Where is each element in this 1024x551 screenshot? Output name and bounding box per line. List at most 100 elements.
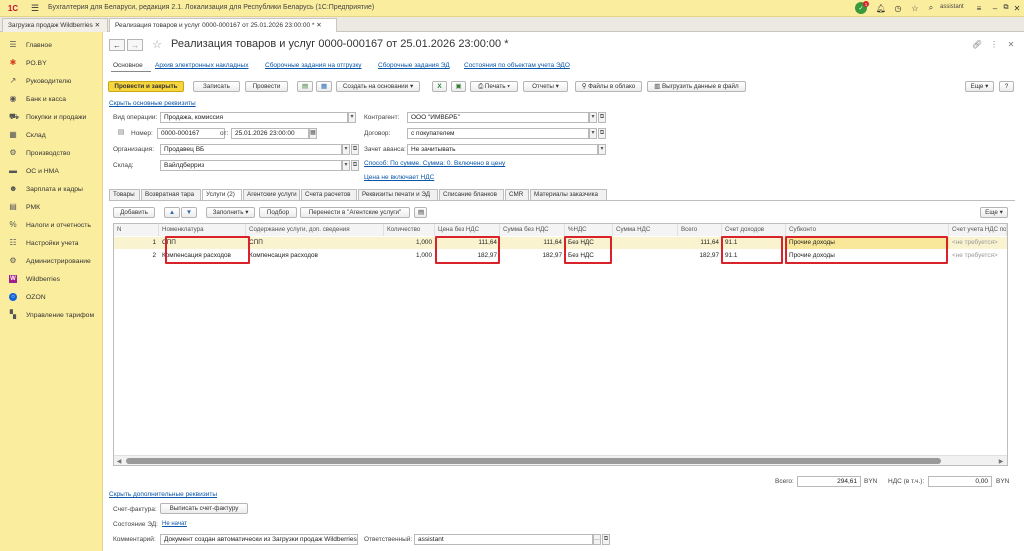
sidebar-item-purchases-sales[interactable]: ⛟ Покупки и продажи — [0, 108, 103, 126]
vat-sum-cell[interactable] — [613, 237, 678, 249]
operation-type-dropdown[interactable]: ▾ — [348, 112, 356, 123]
col-vat-rate[interactable]: %НДС — [565, 224, 613, 236]
sidebar-item-accounting-settings[interactable]: ☷ Настройки учета — [0, 234, 103, 252]
sidebar-item-main[interactable]: ☰ Главное — [0, 36, 103, 54]
horizontal-scrollbar[interactable]: ◀ ▶ — [114, 455, 1007, 465]
sidebar-item-pos[interactable]: ▤ РМК — [0, 198, 103, 216]
more-button[interactable]: Еще ▾ — [965, 81, 994, 92]
date-field[interactable]: 25.01.2026 23:00:00 — [231, 128, 309, 139]
subnav-edo-states[interactable]: Состояния по объектам учета ЭДО — [464, 62, 570, 69]
bell-icon[interactable]: 🔔︎ — [876, 3, 886, 13]
add-row-button[interactable]: Добавить — [113, 207, 155, 218]
organization-open-icon[interactable]: ⧉ — [351, 144, 359, 155]
sidebar-item-warehouse[interactable]: ▦ Склад — [0, 126, 103, 144]
sum-cell[interactable]: 111,64 — [500, 237, 565, 249]
col-vat-account[interactable]: Счет учета НДС по — [949, 224, 1007, 236]
sidebar-item-salary[interactable]: ☻ Зарплата и кадры — [0, 180, 103, 198]
sum-cell[interactable]: 182,97 — [500, 250, 565, 262]
total-cell[interactable]: 111,64 — [678, 237, 722, 249]
sidebar-item-manager[interactable]: ↗ Руководителю — [0, 72, 103, 90]
scrollbar-thumb[interactable] — [126, 458, 941, 464]
service-content-cell[interactable]: Компенсация расходов — [246, 250, 384, 262]
tab-services[interactable]: Услуги (2) — [202, 189, 242, 200]
vat-account-cell[interactable]: <не требуется> — [949, 237, 1007, 249]
excel-button[interactable]: X — [432, 81, 447, 92]
responsible-dropdown[interactable]: … — [593, 534, 601, 545]
more-vert-icon[interactable]: ⋮ — [990, 39, 998, 49]
col-service-content[interactable]: Содержание услуги, доп. сведения — [246, 224, 384, 236]
price-vat-link[interactable]: Цена не включает НДС — [364, 174, 434, 181]
tab-goods[interactable]: Товары — [109, 189, 140, 200]
tab-forms-writeoff[interactable]: Списание бланков — [439, 189, 504, 200]
contract-dropdown[interactable]: ▾ — [589, 128, 597, 139]
hide-extra-requisites-link[interactable]: Скрыть дополнительные реквизиты — [109, 491, 217, 498]
table-more-button[interactable]: Еще ▾ — [980, 207, 1008, 218]
tab-settlement-accounts[interactable]: Счета расчетов — [301, 189, 357, 200]
search-icon[interactable]: ⌕ — [926, 3, 936, 13]
advance-offset-dropdown[interactable]: ▾ — [598, 144, 606, 155]
subnav-assembly-ed[interactable]: Сборочные задания ЭД — [378, 62, 450, 69]
scroll-right-icon[interactable]: ▶ — [997, 457, 1005, 465]
send-button[interactable]: ▣ — [451, 81, 466, 92]
tab-print-requisites[interactable]: Реквизиты печати и ЭД — [358, 189, 438, 200]
comment-field[interactable]: Документ создан автоматически из Загрузк… — [160, 534, 358, 545]
col-nomenclature[interactable]: Номенклатура — [159, 224, 246, 236]
contract-field[interactable]: с покупателем — [407, 128, 589, 139]
sidebar-item-ozon[interactable]: ○ OZON — [0, 288, 103, 306]
sidebar-item-administration[interactable]: ⚙ Администрирование — [0, 252, 103, 270]
organization-field[interactable]: Продавец ВБ — [160, 144, 342, 155]
sidebar-item-taxes[interactable]: % Налоги и отчетность — [0, 216, 103, 234]
operation-type-field[interactable]: Продажа, комиссия — [160, 112, 348, 123]
forward-button[interactable]: → — [127, 39, 143, 51]
sidebar-item-bank[interactable]: ◉ Банк и касса — [0, 90, 103, 108]
tab-agent-services[interactable]: Агентские услуги — [243, 189, 300, 200]
dt-kt-button[interactable]: ▤ — [297, 81, 313, 92]
print-button[interactable]: ⎙ Печать ▾ — [470, 81, 518, 92]
sidebar-item-roby[interactable]: ✱ РО.BY — [0, 54, 103, 72]
warehouse-field[interactable]: Вайлдберриз — [160, 160, 342, 171]
scroll-left-icon[interactable]: ◀ — [115, 457, 123, 465]
select-button[interactable]: Подбор — [259, 207, 297, 218]
subnav-main[interactable]: Основное — [113, 62, 143, 69]
quantity-cell[interactable]: 1,000 — [384, 250, 435, 262]
sidebar-item-fixed-assets[interactable]: ▬ ОС и НМА — [0, 162, 103, 180]
reports-button[interactable]: Отчеты ▾ — [523, 81, 568, 92]
col-n[interactable]: N — [114, 224, 159, 236]
sidebar-item-tariff[interactable]: ▚ Управление тарифом — [0, 306, 103, 324]
contract-open-icon[interactable]: ⧉ — [598, 128, 606, 139]
advance-offset-field[interactable]: Не зачитывать — [407, 144, 598, 155]
tab-customer-materials[interactable]: Материалы заказчика — [530, 189, 607, 200]
back-button[interactable]: ← — [109, 39, 125, 51]
warehouse-open-icon[interactable]: ⧉ — [351, 160, 359, 171]
vat-method-link[interactable]: Способ: По сумме. Сумма: 0. Включено в ц… — [364, 160, 505, 167]
subnav-assembly-tasks[interactable]: Сборочные задания на отгрузку — [265, 62, 362, 69]
structure-button[interactable]: ▦ — [316, 81, 332, 92]
export-to-file-button[interactable]: ▥ Выгрузить данные в файл — [647, 81, 746, 92]
vat-account-cell[interactable]: <не требуется> — [949, 250, 1007, 262]
move-up-button[interactable]: ▲ — [164, 207, 180, 218]
move-to-agent-services-button[interactable]: Перенести в "Агентские услуги" — [300, 207, 410, 218]
fill-button[interactable]: Заполнить ▾ — [206, 207, 255, 218]
vat-sum-cell[interactable] — [613, 250, 678, 262]
post-and-close-button[interactable]: Провести и закрыть — [108, 81, 184, 92]
organization-dropdown[interactable]: ▾ — [342, 144, 350, 155]
tab-returnable-packaging[interactable]: Возвратная тара — [141, 189, 201, 200]
total-cell[interactable]: 182,97 — [678, 250, 722, 262]
tab-cmr[interactable]: CMR — [505, 189, 529, 200]
col-sum-no-vat[interactable]: Сумма без НДС — [500, 224, 565, 236]
issue-invoice-button[interactable]: Выписать счет-фактуру — [160, 503, 248, 514]
counterparty-open-icon[interactable]: ⧉ — [598, 112, 606, 123]
col-income-account[interactable]: Счет доходов — [722, 224, 786, 236]
cloud-files-button[interactable]: ⚲ Файлы в облако — [575, 81, 642, 92]
sidebar-item-wildberries[interactable]: W Wildberries — [0, 270, 103, 288]
move-down-button[interactable]: ▼ — [181, 207, 197, 218]
sidebar-item-production[interactable]: ⚙ Производство — [0, 144, 103, 162]
table-settings-button[interactable]: ▤ — [414, 207, 427, 218]
ed-state-link[interactable]: Не начат — [162, 521, 187, 527]
favorite-star-icon[interactable]: ☆ — [151, 38, 163, 51]
counterparty-dropdown[interactable]: ▾ — [589, 112, 597, 123]
subnav-e-invoices[interactable]: Архив электронных накладных — [155, 62, 248, 69]
save-button[interactable]: Записать — [193, 81, 240, 92]
user-name[interactable]: assistant — [940, 4, 964, 10]
col-subconto[interactable]: Субконто — [786, 224, 949, 236]
